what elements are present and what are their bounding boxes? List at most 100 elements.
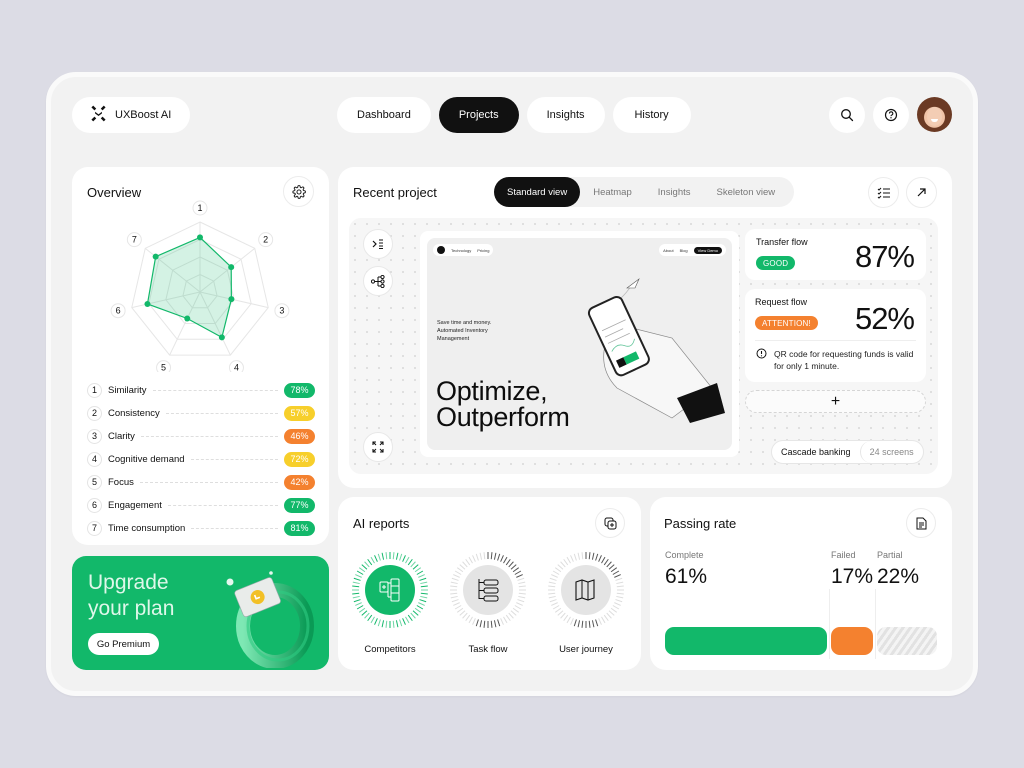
ring-tick [405,556,410,564]
collapse-panel-button[interactable] [363,229,393,259]
ring-tick [407,614,413,622]
nav-projects[interactable]: Projects [438,97,519,133]
report-competitors-button[interactable] [351,551,429,629]
ring-tick [548,585,556,588]
flow-tree-button[interactable] [363,266,393,296]
ring-tick [385,552,388,560]
ring-tick [552,605,560,610]
nav-history[interactable]: History [612,97,691,133]
brand-logo[interactable]: UXBoost AI [72,97,190,133]
ring-tick [505,614,511,622]
metric-score-badge: 77% [284,497,315,513]
open-external-button[interactable] [906,177,937,208]
report-label: Competitors [364,644,416,655]
ring-tick [462,561,468,568]
ring-core [561,565,611,615]
premium-illustration [226,571,314,668]
ring-tick [353,599,361,603]
ring-tick [603,558,609,566]
add-flow-button[interactable]: + [745,390,926,413]
nav-insights[interactable]: Insights [526,97,605,133]
tab-insights[interactable]: Insights [645,177,704,207]
ring-tick [603,614,609,622]
ring-tick [479,620,483,628]
fullscreen-button[interactable] [363,432,393,462]
ring-tick [548,581,556,585]
ring-tick [514,605,522,610]
ring-tick [612,570,620,575]
ring-tick [557,610,564,616]
ring-tick [517,577,525,581]
ring-core [365,565,415,615]
tab-heatmap[interactable]: Heatmap [580,177,645,207]
ring-tick [514,570,522,575]
ring-tick [595,553,599,561]
metric-row[interactable]: 7 Time consumption 81% [87,520,315,536]
checklist-button[interactable] [868,177,899,208]
metric-row[interactable]: 6 Engagement 77% [87,497,315,513]
ring-tick [374,555,378,562]
preview-nav-left: Technology Pricing [433,244,494,256]
metric-row[interactable]: 5 Focus 42% [87,474,315,490]
report-user-journey-button[interactable] [547,551,625,629]
radar-point [184,315,191,322]
ring-tick [377,553,381,561]
preview-nav-pricing: Pricing [477,247,490,253]
ring-tick [615,599,623,603]
ring-tick [361,564,368,570]
tab-skeleton-view[interactable]: Skeleton view [704,177,789,207]
project-chip[interactable]: Cascade banking 24 screens [771,440,924,464]
search-button[interactable] [829,97,865,133]
metric-row[interactable]: 4 Cognitive demand 72% [87,451,315,467]
status-badge: GOOD [756,256,796,270]
tab-standard-view[interactable]: Standard view [494,177,581,207]
transfer-flow-card[interactable]: Transfer flow GOOD 87% [745,229,926,280]
ring-tick [563,558,569,566]
ring-tick [352,585,360,588]
screen-preview[interactable]: Technology Pricing About Blog View Demo … [420,231,739,457]
segment-label: Partial [877,550,903,560]
ring-tick [497,553,501,561]
tagline-line: Automated Inventory [437,328,488,334]
metric-row[interactable]: 3 Clarity 46% [87,428,315,444]
metric-label: Cognitive demand [108,453,185,465]
ring-tick [518,581,526,585]
go-premium-button[interactable]: Go Premium [88,633,159,655]
ring-tick [503,556,508,564]
ring-tick [601,616,606,624]
radar-axis-label: 3 [279,306,284,316]
ring-tick [614,574,621,578]
metric-score-badge: 57% [284,405,315,421]
report-document-button[interactable] [906,508,936,538]
ring-tick [548,595,556,599]
ring-tick [588,620,591,628]
nav-dashboard[interactable]: Dashboard [337,97,431,133]
ring-tick [517,599,525,603]
radar-point [197,234,203,241]
recent-project-card: Recent project Standard view Heatmap Ins… [338,167,952,488]
ring-tick [549,599,557,603]
request-flow-name: Request flow [755,297,808,307]
avatar[interactable] [917,97,952,132]
logo-icon [90,105,107,125]
ring-tick [419,599,427,603]
radar-axis-label: 2 [263,235,268,245]
ring-tick [510,610,517,616]
segment-value: 17% [831,565,874,588]
passing-rate-title: Passing rate [664,516,737,531]
ring-tick [392,620,395,628]
add-report-button[interactable] [595,508,625,538]
ring-tick [459,610,466,616]
leader-line [167,504,278,506]
ring-tick [355,602,362,606]
metric-row[interactable]: 1 Similarity 78% [87,382,315,398]
request-flow-card[interactable]: Request flow ATTENTION! 52% QR code for … [745,289,926,382]
ring-tick [500,618,504,625]
help-button[interactable] [873,97,909,133]
report-task-flow-button[interactable] [449,551,527,629]
ring-tick [370,616,375,624]
ring-tick [459,564,466,570]
metric-row[interactable]: 2 Consistency 57% [87,405,315,421]
ring-tick [595,619,599,627]
preview-view-demo: View Demo [693,246,722,254]
